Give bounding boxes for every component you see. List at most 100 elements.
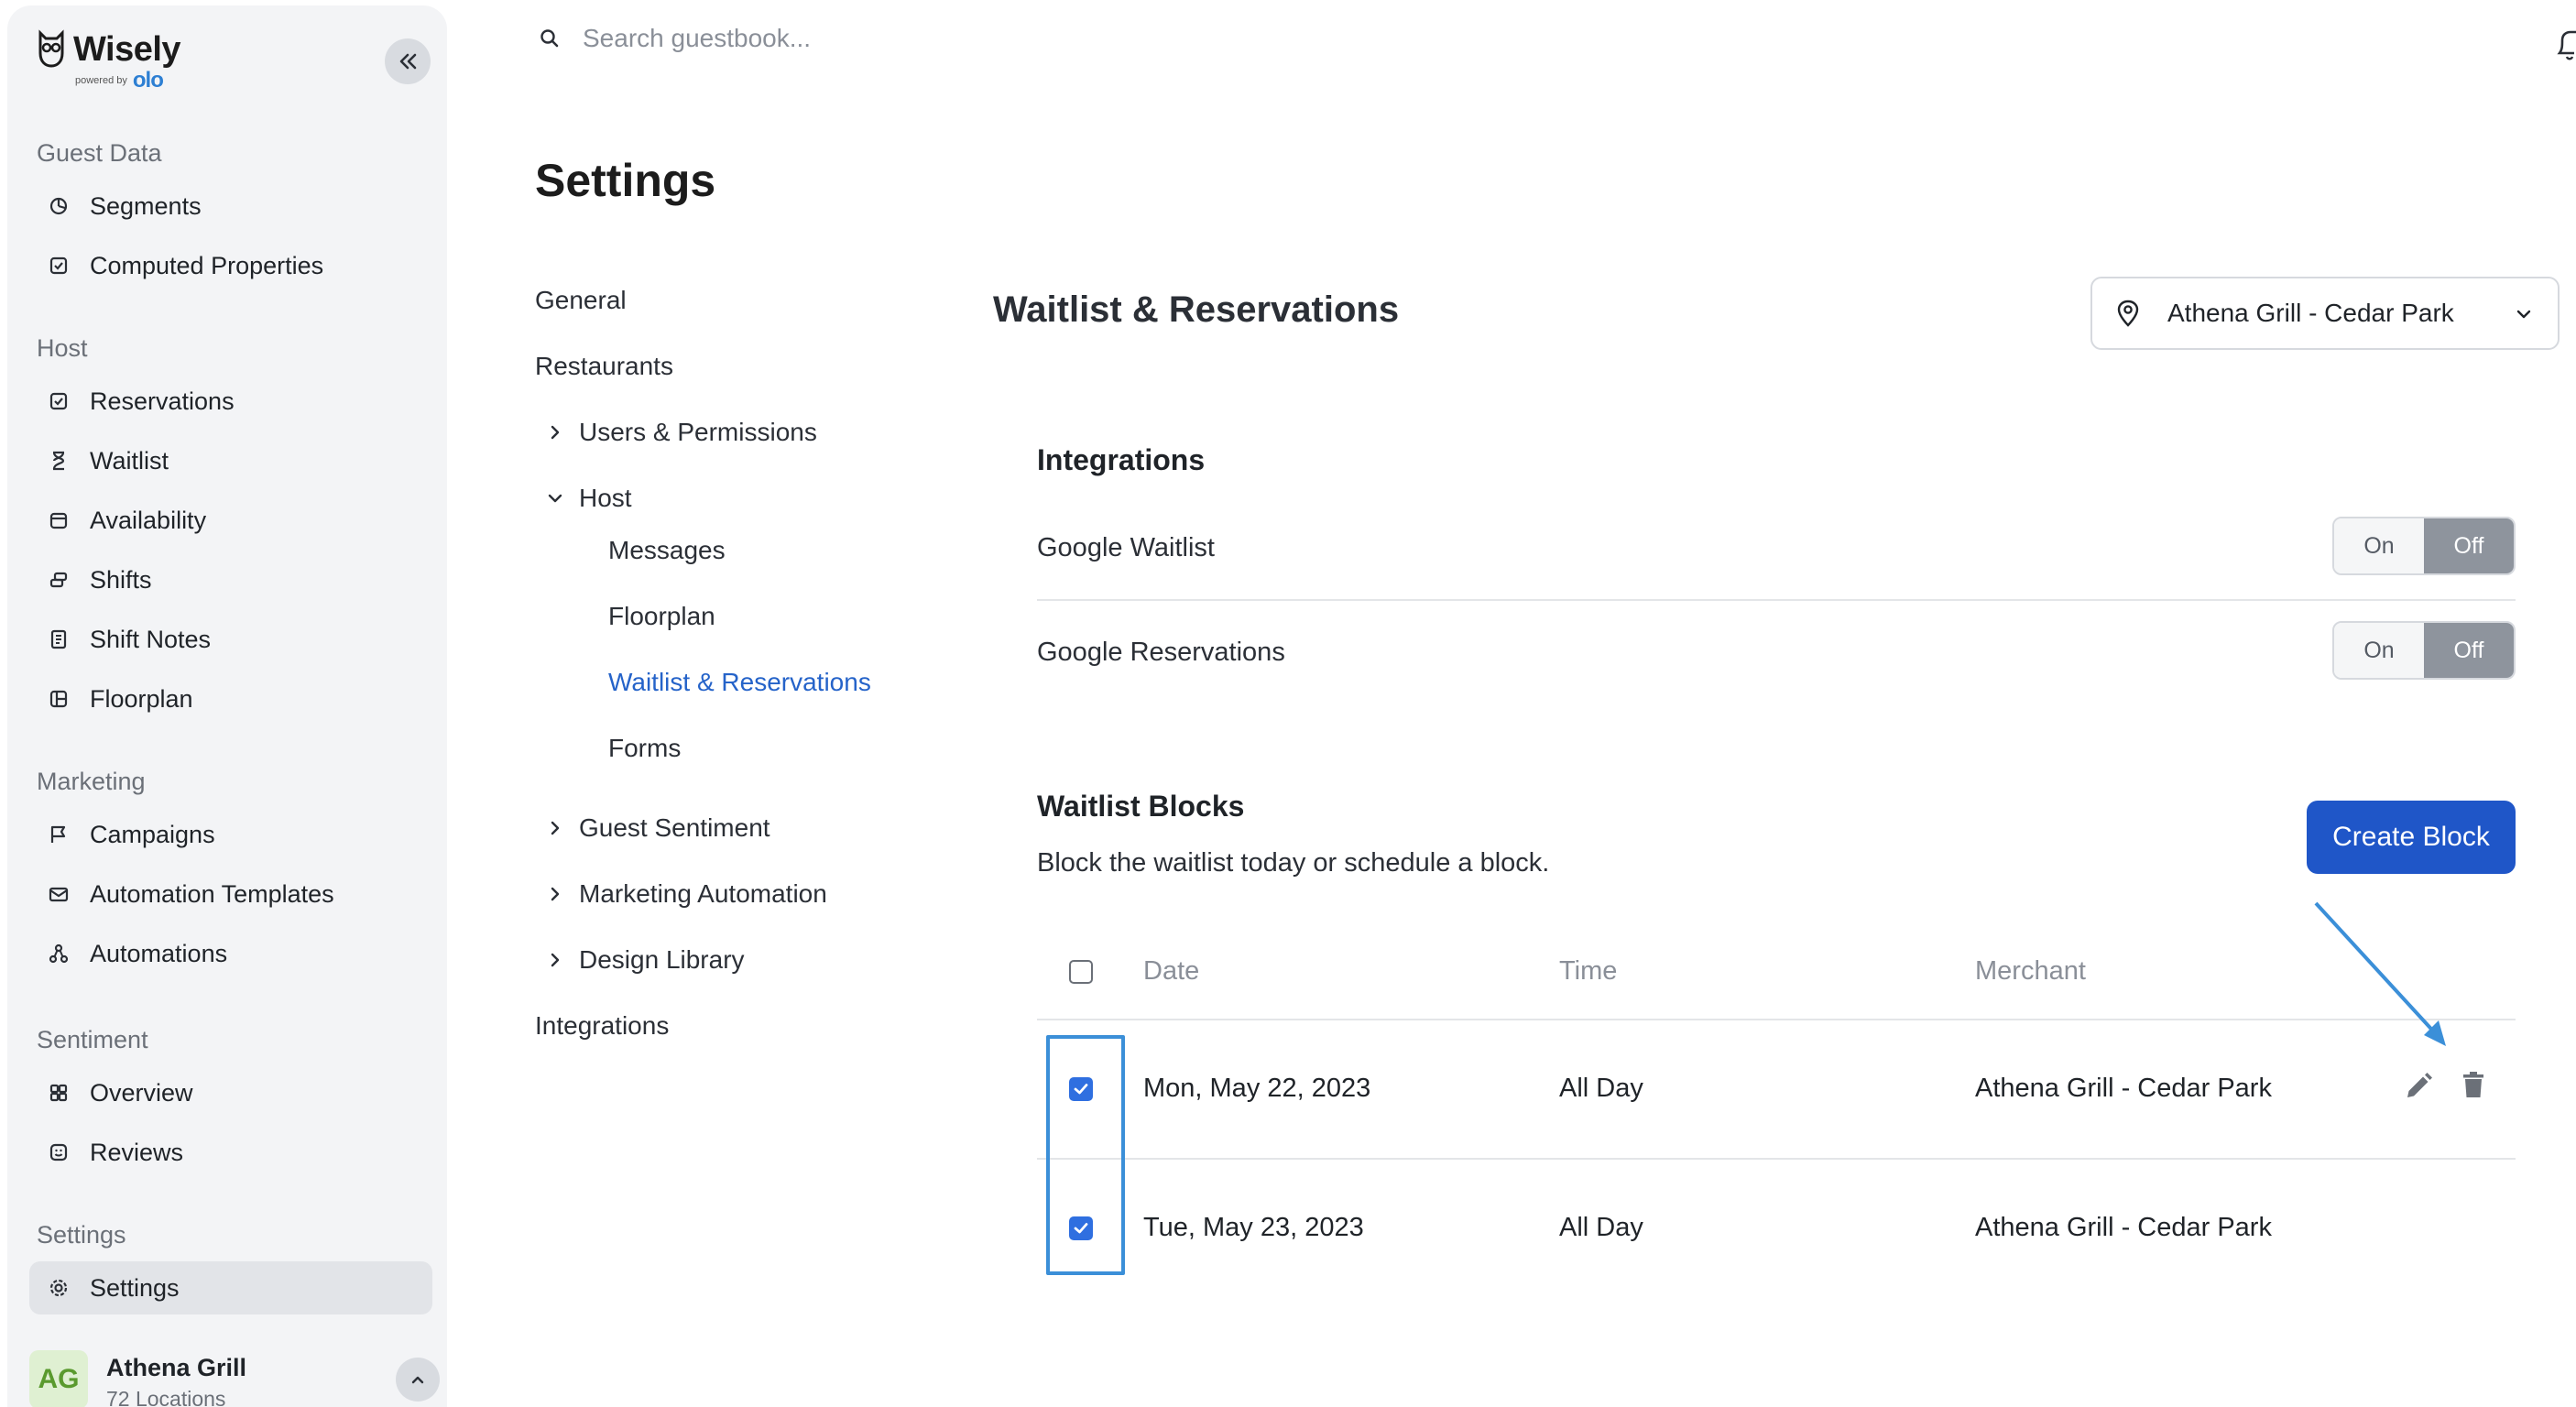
subnav-floorplan[interactable]: Floorplan xyxy=(608,602,715,631)
row-time: All Day xyxy=(1559,1213,1643,1242)
create-block-button[interactable]: Create Block xyxy=(2307,801,2516,874)
sidebar-item-label: Shift Notes xyxy=(90,625,212,653)
partner-logo: olo xyxy=(132,68,164,93)
sidebar-item-waitlist[interactable]: Waitlist xyxy=(29,434,432,487)
notes-icon xyxy=(48,628,70,650)
subnav-marketing-automation[interactable]: Marketing Automation xyxy=(551,879,827,909)
toggle-off-option[interactable]: Off xyxy=(2424,623,2514,678)
subnav-design-library-label: Design Library xyxy=(579,945,745,974)
map-pin-icon xyxy=(2117,300,2139,327)
sidebar-item-floorplan[interactable]: Floorplan xyxy=(29,672,432,725)
sidebar-item-label: Automations xyxy=(90,939,228,967)
computed-properties-icon xyxy=(48,255,70,277)
shifts-icon xyxy=(48,569,70,591)
divider xyxy=(1037,1158,2516,1160)
owl-logo-icon xyxy=(38,29,64,68)
search-input[interactable] xyxy=(583,24,1315,53)
avatar: AG xyxy=(29,1350,88,1407)
account-name: Athena Grill xyxy=(106,1354,247,1381)
sidebar-item-automation-templates[interactable]: Automation Templates xyxy=(29,867,432,921)
google-waitlist-toggle[interactable]: On Off xyxy=(2332,517,2516,575)
annotation-arrow-icon xyxy=(2314,901,2446,1046)
sidebar-item-computed-properties[interactable]: Computed Properties xyxy=(29,239,432,292)
nav-section-label: Host xyxy=(37,334,88,362)
sidebar-item-label: Waitlist xyxy=(90,446,169,474)
subnav-marketing-automation-label: Marketing Automation xyxy=(579,879,827,908)
subnav-integrations[interactable]: Integrations xyxy=(535,1011,669,1041)
sidebar-item-shift-notes[interactable]: Shift Notes xyxy=(29,613,432,666)
location-select-value: Athena Grill - Cedar Park xyxy=(2167,299,2454,327)
sidebar: Wisely powered by olo Guest Data Segments… xyxy=(7,5,447,1407)
nav-section-label: Guest Data xyxy=(37,139,162,167)
sidebar-item-label: Computed Properties xyxy=(90,251,324,279)
chevron-right-icon xyxy=(551,821,560,835)
divider xyxy=(1037,599,2516,601)
sidebar-item-overview[interactable]: Overview xyxy=(29,1066,432,1119)
chevron-right-icon xyxy=(551,425,560,440)
automations-icon xyxy=(48,943,70,965)
google-waitlist-label: Google Waitlist xyxy=(1037,533,1215,562)
sidebar-item-label: Overview xyxy=(90,1078,193,1107)
subnav-guest-sentiment[interactable]: Guest Sentiment xyxy=(551,813,770,843)
page-title: Settings xyxy=(535,155,716,206)
chevron-up-icon xyxy=(411,1376,424,1384)
toggle-on-option[interactable]: On xyxy=(2334,623,2424,678)
column-header-time: Time xyxy=(1559,956,1618,986)
sidebar-item-reservations[interactable]: Reservations xyxy=(29,375,432,428)
reservations-icon xyxy=(48,390,70,412)
sidebar-item-shifts[interactable]: Shifts xyxy=(29,553,432,606)
subnav-host[interactable]: Host xyxy=(548,484,632,513)
toggle-off-option[interactable]: Off xyxy=(2424,518,2514,573)
column-header-merchant: Merchant xyxy=(1975,956,2086,986)
select-all-checkbox[interactable] xyxy=(1069,960,1093,984)
toggle-on-option[interactable]: On xyxy=(2334,518,2424,573)
row-date: Tue, May 23, 2023 xyxy=(1143,1213,1364,1242)
subnav-guest-sentiment-label: Guest Sentiment xyxy=(579,813,770,842)
bell-icon[interactable] xyxy=(2556,26,2576,62)
sidebar-item-availability[interactable]: Availability xyxy=(29,494,432,547)
subnav-users-permissions[interactable]: Users & Permissions xyxy=(551,418,817,447)
google-reservations-toggle[interactable]: On Off xyxy=(2332,621,2516,680)
sidebar-item-label: Settings xyxy=(90,1273,180,1302)
collapse-sidebar-button[interactable] xyxy=(385,38,431,84)
nav-section-label: Marketing xyxy=(37,768,146,795)
trash-icon[interactable] xyxy=(2457,1068,2490,1101)
floorplan-icon xyxy=(48,688,70,710)
subnav-restaurants[interactable]: Restaurants xyxy=(535,352,673,381)
double-chevron-left-icon xyxy=(399,53,417,70)
waitlist-blocks-heading: Waitlist Blocks xyxy=(1037,790,1245,823)
brand-logo[interactable]: Wisely powered by olo xyxy=(35,29,181,93)
row-time: All Day xyxy=(1559,1074,1643,1103)
flag-icon xyxy=(48,823,70,845)
subnav-waitlist-reservations[interactable]: Waitlist & Reservations xyxy=(608,668,871,697)
sidebar-item-automations[interactable]: Automations xyxy=(29,927,432,980)
panel-title: Waitlist & Reservations xyxy=(993,289,1400,330)
search-icon xyxy=(540,29,559,48)
powered-by-label: powered by xyxy=(75,75,127,86)
chevron-down-icon xyxy=(548,494,562,503)
column-header-date: Date xyxy=(1143,956,1200,986)
subnav-design-library[interactable]: Design Library xyxy=(551,945,745,975)
subnav-messages[interactable]: Messages xyxy=(608,536,726,565)
subnav-general[interactable]: General xyxy=(535,286,627,315)
account-switcher[interactable]: AG Athena Grill 72 Locations xyxy=(22,1350,443,1407)
nav-section-label: Sentiment xyxy=(37,1026,148,1053)
row-date: Mon, May 22, 2023 xyxy=(1143,1074,1371,1103)
availability-icon xyxy=(48,509,70,531)
subnav-forms[interactable]: Forms xyxy=(608,734,681,763)
sidebar-item-label: Reservations xyxy=(90,387,235,415)
sidebar-item-campaigns[interactable]: Campaigns xyxy=(29,808,432,861)
edit-pencil-icon[interactable] xyxy=(2402,1070,2435,1103)
waitlist-blocks-description: Block the waitlist today or schedule a b… xyxy=(1037,848,1550,878)
sidebar-item-reviews[interactable]: Reviews xyxy=(29,1126,432,1179)
sidebar-item-label: Floorplan xyxy=(90,684,193,713)
sidebar-item-settings[interactable]: Settings xyxy=(29,1261,432,1314)
account-expand-button[interactable] xyxy=(396,1358,440,1402)
location-select[interactable]: Athena Grill - Cedar Park xyxy=(2090,277,2560,350)
sidebar-item-segments[interactable]: Segments xyxy=(29,180,432,233)
grid-icon xyxy=(48,1082,70,1104)
integrations-heading: Integrations xyxy=(1037,443,1206,476)
row-merchant: Athena Grill - Cedar Park xyxy=(1975,1213,2272,1242)
subnav-users-permissions-label: Users & Permissions xyxy=(579,418,817,446)
gear-icon xyxy=(48,1277,70,1299)
